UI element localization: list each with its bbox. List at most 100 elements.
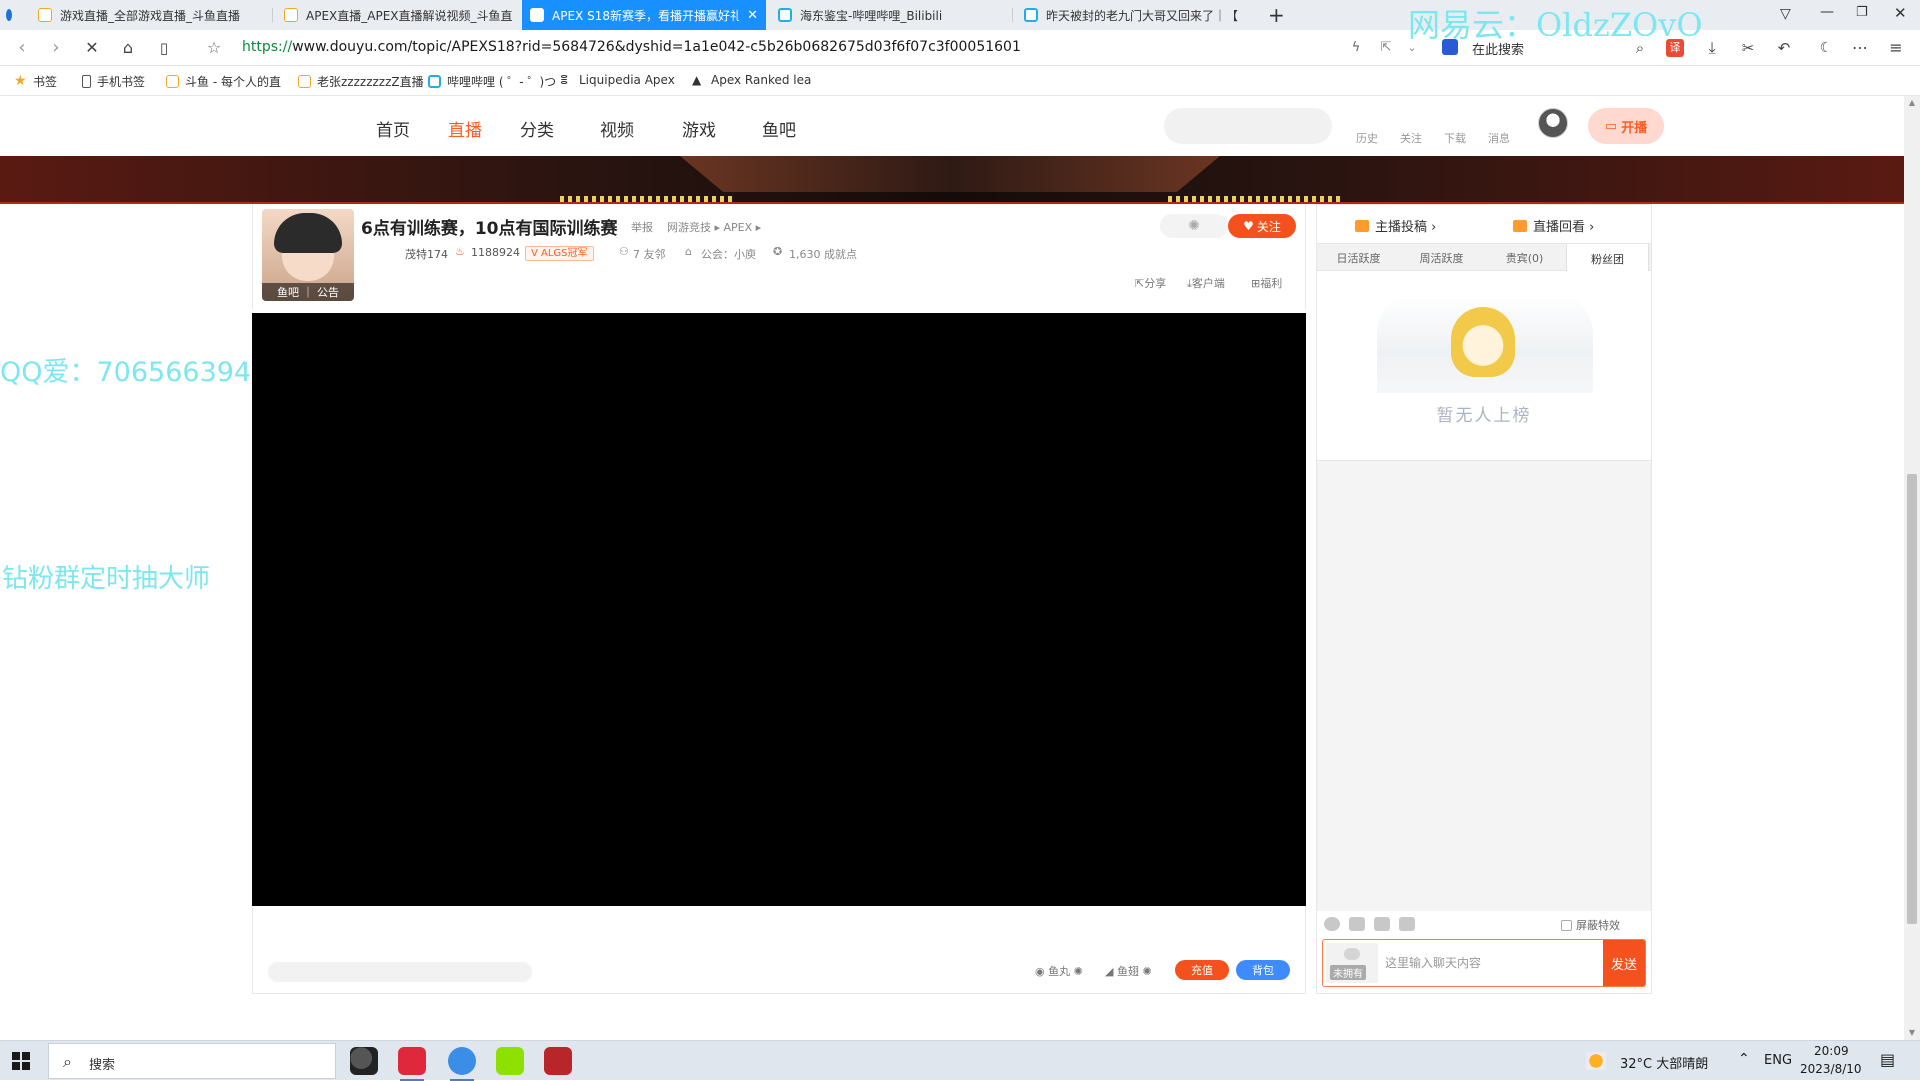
share-button[interactable]: ⇱分享 xyxy=(1135,275,1166,291)
taskbar-search[interactable]: ⌕ 搜索 xyxy=(48,1043,336,1079)
notification-icon[interactable]: ▤ xyxy=(1880,1050,1895,1069)
scrollbar-thumb[interactable] xyxy=(1907,474,1917,924)
crown-icon[interactable] xyxy=(1399,917,1415,931)
restore-button[interactable]: ❐ xyxy=(1856,5,1868,20)
bookmark-item[interactable]: 哔哩哔哩 ( ゜- ゜)つ xyxy=(428,73,556,90)
game-app-icon[interactable] xyxy=(350,1047,378,1075)
bookmark-item[interactable]: 老张zzzzzzzzZ直播 xyxy=(298,73,424,90)
close-window-button[interactable]: ✕ xyxy=(1894,4,1907,22)
start-stream-button[interactable]: ▭ 开播 xyxy=(1588,108,1664,144)
clock-date[interactable]: 2023/8/10 xyxy=(1800,1062,1862,1076)
lightning-icon[interactable]: ϟ xyxy=(1346,38,1366,58)
new-tab-button[interactable]: + xyxy=(1268,3,1285,27)
close-tab-icon[interactable]: ✕ xyxy=(747,8,758,23)
undo-icon[interactable]: ↶ xyxy=(1774,38,1794,58)
recharge-button[interactable]: 充值 xyxy=(1175,960,1229,980)
forward-icon[interactable]: › xyxy=(46,38,66,58)
replay-link[interactable]: 直播回看 › xyxy=(1513,216,1594,235)
fish-fin-balance[interactable]: ◢ 鱼翅 ✺ xyxy=(1105,963,1152,979)
minimize-button[interactable]: — xyxy=(1820,4,1834,20)
stop-loading-icon[interactable]: ✕ xyxy=(82,38,102,58)
streamer-name[interactable]: 茂特174 xyxy=(405,246,448,262)
chevron-up-icon[interactable]: ⌃ xyxy=(1738,1051,1750,1067)
achievement-points[interactable]: 1,630 成就点 xyxy=(789,246,857,262)
backpack-button[interactable]: 背包 xyxy=(1236,960,1290,980)
reading-mode-icon[interactable]: ▯ xyxy=(154,38,174,58)
tab-bilibili-haidong[interactable]: 海东鉴宝-哔哩哔哩_Bilibili xyxy=(770,0,1010,30)
nav-home[interactable]: 首页 xyxy=(376,116,410,141)
favorites-icon[interactable]: ▽ xyxy=(1780,6,1791,22)
tab-weekly-activity[interactable]: 周活跃度 xyxy=(1400,244,1483,272)
bookmark-item[interactable]: ★ 书签 xyxy=(14,73,57,90)
download-link[interactable]: 下载 xyxy=(1444,130,1466,146)
scroll-down-icon[interactable]: ▼ xyxy=(1904,1026,1920,1040)
netease-music-icon[interactable] xyxy=(398,1047,426,1081)
scroll-up-icon[interactable]: ▲ xyxy=(1904,96,1920,110)
clock-time[interactable]: 20:09 xyxy=(1814,1044,1849,1058)
url-field[interactable]: https://www.douyu.com/topic/APEXS18?rid=… xyxy=(242,39,1021,55)
bookmark-item[interactable]: 斗鱼 - 每个人的直 xyxy=(166,73,281,90)
streamer-avatar[interactable]: 鱼吧 ｜ 公告 xyxy=(262,209,354,301)
event-banner xyxy=(0,156,1904,204)
tab-daily-activity[interactable]: 日活跃度 xyxy=(1317,244,1400,272)
chat-message-area[interactable] xyxy=(1317,461,1651,911)
browser-app-icon[interactable] xyxy=(448,1047,476,1081)
back-icon[interactable]: ‹ xyxy=(12,38,32,58)
windows-start-icon[interactable] xyxy=(12,1052,30,1070)
hamburger-menu-icon[interactable]: ≡ xyxy=(1886,38,1906,58)
client-button[interactable]: ⤓客户端 xyxy=(1187,275,1225,291)
bookmark-item[interactable]: ▲ Apex Ranked lea xyxy=(692,73,811,87)
chat-input-box: 未拥有 发送 xyxy=(1322,939,1646,987)
banner-art xyxy=(680,156,1220,192)
bookmark-item[interactable]: 手机书签 xyxy=(82,73,145,90)
tab-apex-s18[interactable]: APEX S18新赛季，看播开播赢好礼 ✕ xyxy=(522,0,766,30)
screenshot-scissors-icon[interactable]: ✂ xyxy=(1738,38,1758,58)
follow-link[interactable]: 关注 xyxy=(1400,130,1422,146)
shield-effects-toggle[interactable]: 屏蔽特效 xyxy=(1561,917,1620,933)
night-mode-icon[interactable]: ☾ xyxy=(1816,38,1836,58)
weather-text[interactable]: 32°C 大部晴朗 xyxy=(1620,1053,1708,1072)
messages-link[interactable]: 消息 xyxy=(1488,130,1510,146)
follow-button[interactable]: ♥ 关注 xyxy=(1228,214,1296,238)
download-icon[interactable]: ⤓ xyxy=(1702,38,1722,58)
tab-vip[interactable]: 贵宾(0) xyxy=(1483,244,1566,272)
report-link[interactable]: 举报 xyxy=(631,219,653,235)
streamer-posts-link[interactable]: 主播投稿 › xyxy=(1355,216,1436,235)
mail-icon[interactable] xyxy=(1349,917,1365,931)
tab-douyu-games[interactable]: 游戏直播_全部游戏直播_斗鱼直播 xyxy=(30,0,270,30)
emoji-icon[interactable] xyxy=(1324,917,1340,931)
user-avatar[interactable] xyxy=(1538,108,1568,138)
site-search-input[interactable] xyxy=(1164,108,1332,144)
nav-live[interactable]: 直播 xyxy=(448,116,482,141)
guild-name[interactable]: 公会：小庾 xyxy=(701,246,756,262)
bookmark-item[interactable]: ⴻ Liquipedia Apex xyxy=(560,73,675,87)
nav-video[interactable]: 视频 xyxy=(600,116,634,141)
more-menu-icon[interactable]: ⋯ xyxy=(1850,38,1870,58)
share-page-icon[interactable]: ⇱ xyxy=(1376,38,1396,58)
avatar-bar[interactable]: 鱼吧 ｜ 公告 xyxy=(262,283,354,301)
fish-ball-balance[interactable]: ◉ 鱼丸 ✺ xyxy=(1035,963,1083,979)
input-language[interactable]: ENG xyxy=(1764,1053,1792,1068)
home-icon[interactable]: ⌂ xyxy=(118,38,138,58)
nav-yuba[interactable]: 鱼吧 xyxy=(762,116,796,141)
weather-icon[interactable] xyxy=(1586,1052,1606,1070)
nav-category[interactable]: 分类 xyxy=(520,116,554,141)
page-scrollbar[interactable]: ▲ ▼ xyxy=(1904,96,1920,1040)
apex-legends-icon[interactable] xyxy=(544,1047,572,1075)
tab-apex-live[interactable]: APEX直播_APEX直播解说视频_斗鱼直 xyxy=(276,0,520,30)
chat-input[interactable] xyxy=(1385,944,1585,982)
megaphone-icon[interactable] xyxy=(1374,917,1390,931)
algs-badge[interactable]: V ALGS冠军 xyxy=(525,246,594,261)
kook-app-icon[interactable] xyxy=(496,1047,524,1075)
fan-badge[interactable]: 未拥有 xyxy=(1326,943,1378,983)
welfare-button[interactable]: ⊞福利 xyxy=(1251,275,1282,291)
history-link[interactable]: 历史 xyxy=(1356,130,1378,146)
send-button[interactable]: 发送 xyxy=(1603,940,1645,986)
tab-bilibili-laojiumen[interactable]: 昨天被封的老九门大哥又回来了｜【 xyxy=(1016,0,1256,30)
room-category[interactable]: 网游竞技 ▸ APEX ▸ xyxy=(667,219,761,235)
tab-fan-club[interactable]: 粉丝团 xyxy=(1566,244,1649,273)
nav-games[interactable]: 游戏 xyxy=(682,116,716,141)
friends-count[interactable]: 7 友邻 xyxy=(633,246,666,262)
bookmark-star-icon[interactable]: ☆ xyxy=(204,38,224,58)
video-player[interactable] xyxy=(252,313,1306,906)
